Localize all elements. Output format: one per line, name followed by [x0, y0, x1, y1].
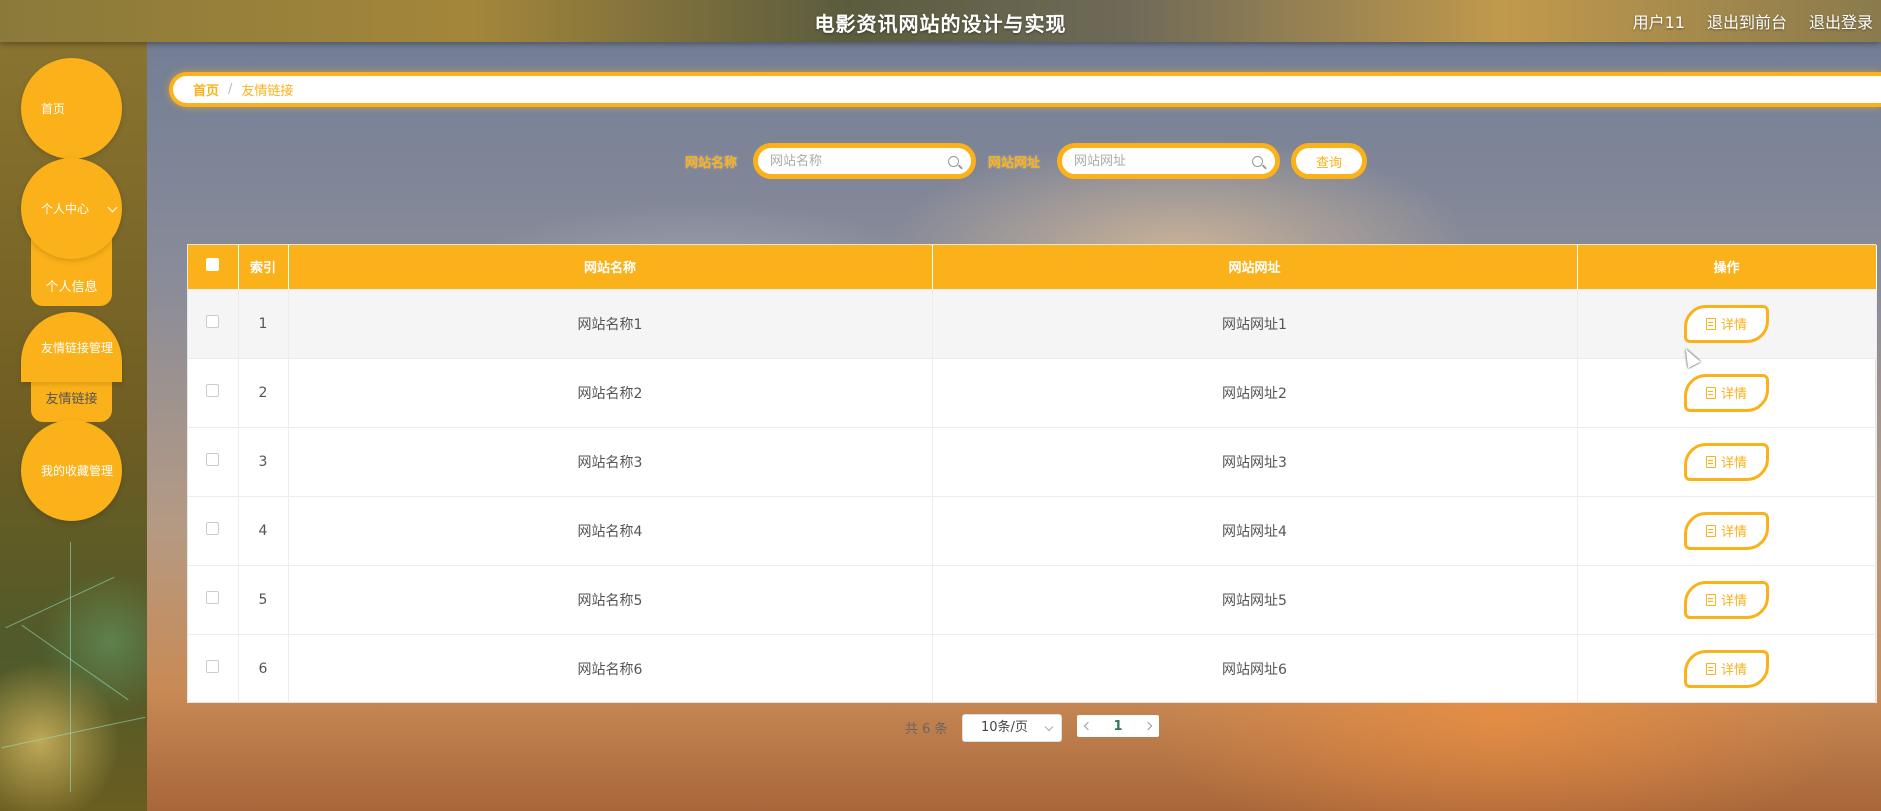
sidebar-item-label: 个人中心 [41, 202, 90, 216]
row-site-name: 网站名称3 [288, 427, 933, 496]
row-checkbox[interactable] [206, 591, 220, 604]
breadcrumb-home[interactable]: 首页 [193, 80, 219, 99]
row-site-url: 网站网址4 [932, 496, 1578, 565]
detail-label: 详情 [1720, 663, 1747, 679]
row-checkbox[interactable] [206, 522, 220, 535]
sidebar-item-label: 首页 [41, 102, 66, 116]
row-site-name: 网站名称4 [288, 496, 933, 565]
sidebar-item-label: 友情链接管理 [41, 340, 114, 355]
decorative-line [5, 576, 115, 629]
document-icon [1705, 593, 1716, 606]
submenu-friend-links: 友情链接 [31, 378, 112, 422]
table-row: 5 网站名称5 网站网址5 详情 [188, 565, 1877, 634]
row-site-name: 网站名称6 [288, 634, 933, 703]
sidebar-subitem-profile[interactable]: 个人信息 [31, 266, 112, 310]
row-index: 6 [238, 634, 289, 703]
breadcrumb-separator: / [228, 82, 233, 97]
table-header-row: 索引 网站名称 网站网址 操作 [188, 245, 1877, 289]
site-name-input[interactable] [770, 153, 948, 169]
page-number[interactable]: 1 [1113, 719, 1122, 734]
next-page-icon[interactable] [1143, 721, 1153, 731]
document-icon [1705, 455, 1716, 468]
row-site-name: 网站名称1 [288, 289, 933, 358]
breadcrumb-current: 友情链接 [241, 84, 294, 99]
pagination: 共 6 条 10条/页 1 [0, 714, 1881, 742]
row-checkbox[interactable] [206, 315, 220, 328]
prev-page-icon[interactable] [1083, 721, 1093, 731]
search-icon [948, 155, 959, 167]
site-url-input[interactable] [1074, 153, 1252, 169]
back-to-front-link[interactable]: 退出到前台 [1707, 9, 1787, 33]
column-header-actions: 操作 [1577, 245, 1877, 289]
row-site-name: 网站名称5 [288, 565, 933, 634]
site-name-label: 网站名称 [685, 156, 738, 171]
chevron-down-icon [1044, 722, 1054, 732]
row-site-url: 网站网址1 [932, 289, 1578, 358]
search-icon [1252, 155, 1263, 167]
site-url-label: 网站网址 [988, 156, 1041, 171]
table-row: 4 网站名称4 网站网址4 详情 [188, 496, 1877, 565]
detail-button[interactable]: 详情 [1684, 649, 1769, 688]
decorative-line [21, 624, 129, 701]
table-row: 3 网站名称3 网站网址3 详情 [188, 427, 1877, 496]
detail-button[interactable]: 详情 [1684, 511, 1769, 550]
breadcrumb: 首页 / 友情链接 [169, 72, 1881, 107]
select-all-checkbox[interactable] [206, 258, 220, 272]
detail-label: 详情 [1720, 456, 1747, 471]
row-index: 1 [238, 289, 289, 358]
row-site-url: 网站网址5 [932, 565, 1578, 634]
table-row: 1 网站名称1 网站网址1 详情 [188, 289, 1877, 358]
row-site-url: 网站网址6 [932, 634, 1578, 703]
detail-button[interactable]: 详情 [1684, 373, 1769, 412]
row-checkbox[interactable] [206, 453, 220, 466]
decorative-line [70, 542, 71, 792]
detail-button[interactable]: 详情 [1684, 442, 1769, 481]
detail-button[interactable]: 详情 [1684, 580, 1769, 619]
detail-label: 详情 [1720, 594, 1747, 609]
chevron-down-icon [107, 202, 118, 213]
site-name-field[interactable] [753, 143, 976, 179]
sidebar-subitem-friend-links[interactable]: 友情链接 [31, 378, 112, 422]
row-checkbox[interactable] [206, 384, 220, 397]
document-icon [1705, 662, 1716, 675]
row-index: 2 [238, 358, 289, 427]
page-size-select[interactable]: 10条/页 [962, 714, 1062, 742]
row-index: 3 [238, 427, 289, 496]
document-icon [1705, 317, 1716, 330]
data-table: 索引 网站名称 网站网址 操作 1 网站名称1 网站网址1 详情 2 网站名称2… [187, 244, 1877, 703]
site-url-field[interactable] [1057, 143, 1280, 179]
top-header: 电影资讯网站的设计与实现 用户11 退出到前台 退出登录 [0, 0, 1881, 42]
row-site-name: 网站名称2 [288, 358, 933, 427]
document-icon [1705, 386, 1716, 399]
document-icon [1705, 524, 1716, 537]
table-row: 6 网站名称6 网站网址6 详情 [188, 634, 1877, 703]
sidebar-item-label: 我的收藏管理 [41, 464, 114, 478]
site-title: 电影资讯网站的设计与实现 [814, 12, 1067, 36]
user-area: 用户11 退出到前台 退出登录 [1633, 9, 1873, 33]
row-index: 4 [238, 496, 289, 565]
row-index: 5 [238, 565, 289, 634]
detail-label: 详情 [1720, 318, 1747, 333]
column-header-index: 索引 [238, 245, 289, 289]
row-checkbox[interactable] [206, 660, 220, 674]
search-bar: 网站名称 网站网址 查询 [0, 143, 1881, 179]
detail-button[interactable]: 详情 [1684, 304, 1769, 343]
query-button[interactable]: 查询 [1291, 143, 1367, 179]
table-row: 2 网站名称2 网站网址2 详情 [188, 358, 1877, 427]
logout-link[interactable]: 退出登录 [1809, 9, 1873, 33]
column-header-site-url: 网站网址 [932, 245, 1578, 289]
pagination-total: 共 6 条 [905, 722, 948, 737]
column-header-site-name: 网站名称 [288, 245, 933, 289]
page-size-value: 10条/页 [981, 720, 1028, 735]
pager: 1 [1077, 715, 1159, 737]
detail-label: 详情 [1720, 387, 1747, 402]
sidebar-item-favorites-mgmt[interactable]: 我的收藏管理 [21, 420, 122, 521]
row-site-url: 网站网址3 [932, 427, 1578, 496]
row-site-url: 网站网址2 [932, 358, 1578, 427]
username: 用户11 [1632, 13, 1685, 32]
select-all-cell [188, 245, 239, 289]
detail-label: 详情 [1720, 525, 1747, 540]
